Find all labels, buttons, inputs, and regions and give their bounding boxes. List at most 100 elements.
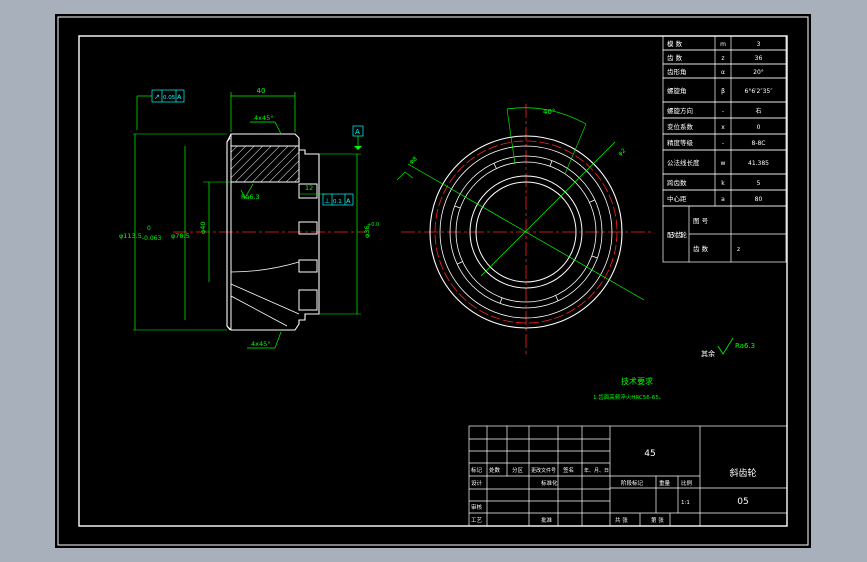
gear-param-symbol: a xyxy=(721,196,725,203)
dim-step-text: 12 xyxy=(305,184,313,192)
gear-param-symbol: x xyxy=(721,124,725,131)
gear-param-value: 3 xyxy=(757,41,761,48)
tb-stage: 阶段标记 xyxy=(621,479,644,487)
tolerance-mid-symbol: ⊥ xyxy=(324,197,330,205)
part-name-text: 斜齿轮 xyxy=(729,467,756,479)
dim-width-text: 40 xyxy=(257,87,266,95)
cad-viewport[interactable]: 40 4x45° 4x45° φ113.5 0 -0.063 φ78.5 φ40… xyxy=(55,14,811,548)
roughness-inside-text: Ra6.3 xyxy=(241,193,260,201)
gear-param-label: 精度等级 xyxy=(667,138,694,147)
gear-param-label: 螺旋角 xyxy=(667,86,687,95)
gear-param-value: 右 xyxy=(755,107,761,115)
tolerance-mid-datum: A xyxy=(346,197,351,205)
material-text: 45 xyxy=(644,449,655,459)
tb-sheet-total: 共 张 xyxy=(615,516,628,524)
datum-a-label: A xyxy=(355,128,360,136)
gear-table-row: 螺旋角 β 6°6′2″35″ xyxy=(662,77,787,103)
tb-design: 设计 xyxy=(471,479,483,487)
tb-check: 审核 xyxy=(471,503,483,511)
gear-table-row: 精度等级 - 8-8C xyxy=(662,133,787,151)
diag-line-2 xyxy=(480,141,616,277)
gear-param-value: 6°6′2″35″ xyxy=(745,88,774,95)
tolerance-frame-mid: ⊥ 0.1 A xyxy=(322,193,354,206)
tolerance-top-symbol: ↗ xyxy=(154,93,160,101)
keyway-slot-3 xyxy=(298,259,318,273)
hdr-count: 处数 xyxy=(489,466,501,474)
drawing-sheet: 40 4x45° 4x45° φ113.5 0 -0.063 φ78.5 φ40… xyxy=(57,16,809,546)
gear-param-value: 80 xyxy=(755,196,763,203)
gear-table-row: 跨齿数 k 5 xyxy=(662,173,787,191)
mating-gear-label: 配对齿轮 xyxy=(667,230,688,239)
dim-root-dia-text: φ78.5 xyxy=(171,232,190,240)
front-section-view: 40 4x45° 4x45° φ113.5 0 -0.063 φ78.5 φ40… xyxy=(119,87,379,349)
mating-gear-block: 配对齿轮图 号齿 数 z xyxy=(662,205,787,263)
keyway-slot-4 xyxy=(298,289,318,311)
mating-row-value: z xyxy=(737,246,740,253)
gear-param-label: 模 数 xyxy=(667,39,683,48)
gear-param-value: 20° xyxy=(753,69,764,76)
hdr-change: 更改文件号 xyxy=(531,467,556,474)
angle-ray-2 xyxy=(564,123,587,175)
gear-param-symbol: - xyxy=(722,108,724,115)
gear-param-label: 跨齿数 xyxy=(667,178,687,187)
tb-sheet-num: 第 张 xyxy=(651,516,664,524)
tb-weight: 重量 xyxy=(659,479,671,487)
technical-requirements: 技术要求 1.齿面高频淬火HRC56-65。 xyxy=(593,376,664,401)
drawing-number-text: 05 xyxy=(737,497,748,507)
chamfer-top-arrow xyxy=(274,121,282,135)
dim-outer-dia-text: φ113.5 xyxy=(119,232,142,240)
hdr-sign: 签名 xyxy=(563,466,574,474)
gear-param-value: 41.385 xyxy=(748,160,769,167)
tb-scale-value: 1:1 xyxy=(681,500,690,506)
tooth-section-hatch xyxy=(230,145,300,183)
gear-param-label: 变位系数 xyxy=(667,122,694,131)
hdr-date: 年、月、日 xyxy=(584,467,609,474)
helix-line-1 xyxy=(230,261,300,273)
gear-param-label: 齿 数 xyxy=(667,53,683,62)
dim-hub-tol: +0.0 xyxy=(367,222,379,228)
gear-table-row: 螺旋方向 - 右 xyxy=(662,101,787,119)
gear-param-symbol: w xyxy=(721,160,726,167)
gear-param-symbol: z xyxy=(721,55,724,62)
gear-param-value: 36 xyxy=(755,55,763,62)
datum-a-marker: A xyxy=(352,125,364,150)
gear-param-symbol: β xyxy=(721,88,725,95)
gear-param-label: 齿形角 xyxy=(667,67,687,76)
helix-line-3 xyxy=(230,295,288,327)
tb-scale-label: 比例 xyxy=(681,479,693,487)
mating-row-label: 图 号 xyxy=(693,217,709,225)
gear-table-row: 中心距 a 80 xyxy=(662,189,787,207)
mating-row-label: 齿 数 xyxy=(693,244,709,253)
dim-outer-tol-2: -0.063 xyxy=(142,235,162,242)
dim-outer-tol-1: 0 xyxy=(147,225,151,232)
gear-param-label: 螺旋方向 xyxy=(667,106,693,115)
gear-param-value: 5 xyxy=(757,180,761,187)
leader-1-text: φ8 xyxy=(408,155,419,165)
leader-1-symbol xyxy=(396,171,414,181)
gear-table-row: 模 数 m 3 xyxy=(662,35,787,51)
chamfer-bottom-text: 4x45° xyxy=(251,340,271,348)
gear-param-value: 8-8C xyxy=(752,140,766,147)
chamfer-top-text: 4x45° xyxy=(254,114,274,122)
requirements-title: 技术要求 xyxy=(621,376,653,386)
gear-param-label: 公法线长度 xyxy=(667,158,700,167)
tb-standardize: 标准化 xyxy=(541,479,558,487)
tolerance-top-value: 0.05 xyxy=(163,95,176,101)
dim-bore-text: φ40 xyxy=(199,221,207,234)
gear-param-symbol: m xyxy=(720,41,726,48)
side-circular-view: 40° φ8 φ2 xyxy=(396,104,651,354)
hdr-zone: 分区 xyxy=(512,466,524,474)
hdr-mark: 标记 xyxy=(471,466,483,474)
gear-param-symbol: k xyxy=(721,180,725,187)
gear-table-row: 公法线长度 w 41.385 xyxy=(662,149,787,175)
roughness-other-value: Ra6.3 xyxy=(735,342,755,350)
gear-table-row: 变位系数 x 0 xyxy=(662,117,787,135)
tolerance-top-datum: A xyxy=(177,93,182,101)
gear-param-value: 0 xyxy=(757,124,761,131)
gear-table-row: 齿形角 α 20° xyxy=(662,63,787,79)
roughness-other: 其余 Ra6.3 xyxy=(701,337,755,358)
tolerance-mid-value: 0.1 xyxy=(333,199,342,205)
tolerance-frame-top: ↗ 0.05 A xyxy=(136,89,185,130)
leader-2-text: φ2 xyxy=(617,147,628,157)
gear-table-row: 齿 数 z 36 xyxy=(662,49,787,65)
